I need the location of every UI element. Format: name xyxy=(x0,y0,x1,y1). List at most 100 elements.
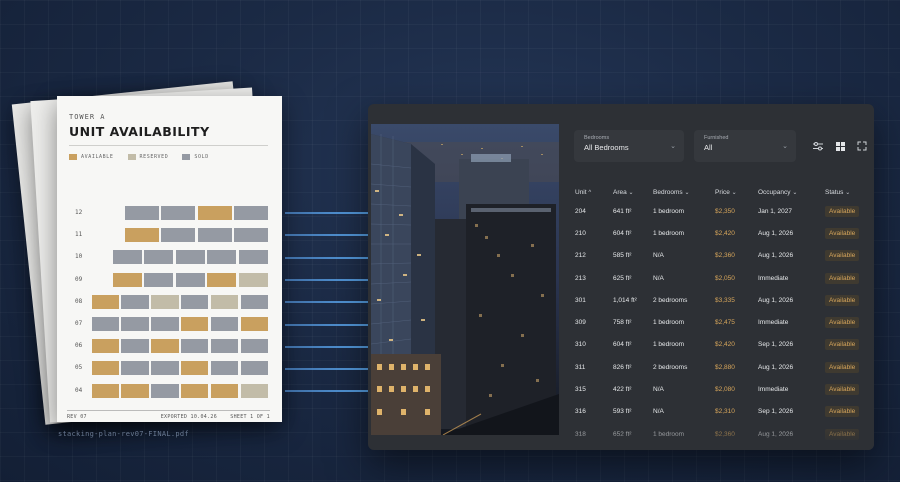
connector-line xyxy=(285,210,378,216)
cell-area: 641 ft² xyxy=(613,207,632,215)
cell-status: Available xyxy=(822,245,872,267)
unit-cell-available xyxy=(112,272,142,287)
grid-view-icon[interactable] xyxy=(834,140,846,152)
floor-row: 06 xyxy=(57,339,282,354)
legend-swatch xyxy=(182,154,191,160)
column-header-area[interactable]: Area ⌄ xyxy=(610,184,650,200)
column-header-status[interactable]: Status ⌄ xyxy=(822,184,872,200)
legend-label: AVAILABLE xyxy=(81,154,114,160)
footer-sheet: SHEET 1 OF 1 xyxy=(230,413,270,420)
unit-cell-available xyxy=(197,206,232,220)
column-header-occupancy[interactable]: Occupancy ⌄ xyxy=(755,184,822,200)
cell-bedrooms: N/A xyxy=(653,386,664,394)
table-row[interactable]: 301 1,014 ft² 2 bedrooms $3,335 Aug 1, 2026 A… xyxy=(572,289,872,311)
tower-illustration xyxy=(371,124,559,435)
cell-occupancy: Jan 1, 2027 xyxy=(758,207,792,215)
floor-row: 10 xyxy=(57,250,282,265)
floor-label: 08 xyxy=(75,297,83,305)
column-header-unit[interactable]: Unit ^ xyxy=(572,184,610,200)
floor-row: 08 xyxy=(57,294,282,309)
legend-swatch xyxy=(127,154,136,160)
unit-cell-sold xyxy=(175,250,205,265)
cell-area: 826 ft² xyxy=(613,363,632,371)
sliders-icon[interactable] xyxy=(812,140,824,152)
cell-occupancy: Aug 1, 2026 xyxy=(758,252,794,260)
unit-cell-sold xyxy=(180,339,209,354)
unit-cell-sold xyxy=(151,317,179,331)
cell-bedrooms: 1 bedroom xyxy=(653,207,685,215)
cell-status: Available xyxy=(822,334,872,356)
unit-cell-available xyxy=(91,339,119,354)
cell-price: $2,310 xyxy=(715,408,735,416)
legend-label: RESERVED xyxy=(139,154,169,160)
status-badge: Available xyxy=(825,227,860,239)
cell-status: Available xyxy=(822,378,872,400)
furnished-filter-label: Furnished xyxy=(704,135,729,141)
cell-occupancy: Aug 1, 2026 xyxy=(758,229,794,237)
cell-occupancy: Immediate xyxy=(758,386,789,394)
unit-cell-sold xyxy=(210,339,239,354)
footer-export-date: EXPORTED 10.04.26 xyxy=(160,413,218,420)
sort-icon: ⌄ xyxy=(628,189,634,196)
table-row[interactable]: 213 625 ft² N/A $2,050 Immediate Available xyxy=(572,267,872,289)
cell-occupancy: Sep 1, 2026 xyxy=(758,408,794,416)
cell-price: $2,350 xyxy=(715,207,735,215)
cell-price: $2,420 xyxy=(715,341,735,349)
bedrooms-filter-label: Bedrooms xyxy=(584,135,610,141)
cell-occupancy: Immediate xyxy=(758,319,789,327)
floor-row: 04 xyxy=(57,383,282,398)
footer-revision: REV 07 xyxy=(67,413,87,420)
cell-price: $2,475 xyxy=(715,319,735,327)
file-name: stacking-plan-rev07-FINAL.pdf xyxy=(58,430,189,438)
table-row[interactable]: 311 826 ft² 2 bedrooms $2,880 Aug 1, 2026 Ava… xyxy=(572,356,872,378)
column-header-price[interactable]: Price ⌄ xyxy=(712,184,755,200)
unit-cell-sold xyxy=(144,250,174,265)
furnished-filter[interactable]: Furnished All ⌄ xyxy=(694,130,796,162)
unit-cell-available xyxy=(121,383,149,398)
cell-status: Available xyxy=(822,401,872,423)
legend-sold: SOLD xyxy=(182,154,208,160)
cell-bedrooms: 2 bedrooms xyxy=(653,363,688,371)
unit-cell-sold xyxy=(112,250,142,265)
table-row[interactable]: 210 604 ft² 1 bedroom $2,420 Aug 1, 2026 Avai… xyxy=(572,222,872,244)
connector-line xyxy=(285,299,378,306)
cell-unit: 311 xyxy=(575,363,586,371)
unit-cell-available xyxy=(180,383,209,398)
connector-line xyxy=(285,366,378,373)
status-badge: Available xyxy=(825,384,860,396)
title-divider xyxy=(69,145,268,146)
unit-cell-sold xyxy=(210,317,239,331)
unit-cell-sold xyxy=(197,228,232,243)
unit-cell-reserved xyxy=(210,294,239,309)
status-badge: Available xyxy=(825,317,860,329)
unit-cell-sold xyxy=(161,228,196,243)
table-row[interactable]: 309 758 ft² 1 bedroom $2,475 Immediate Availa… xyxy=(572,311,872,333)
cell-area: 585 ft² xyxy=(613,252,632,260)
unit-cell-sold xyxy=(234,206,268,220)
bedrooms-filter[interactable]: Bedrooms All Bedrooms ⌄ xyxy=(574,130,684,162)
table-row[interactable]: 316 593 ft² N/A $2,310 Sep 1, 2026 Available xyxy=(572,401,872,423)
column-label: Unit xyxy=(575,188,587,196)
table-row[interactable]: 204 641 ft² 1 bedroom $2,350 Jan 1, 2027 Avai… xyxy=(572,200,872,222)
fullscreen-icon[interactable] xyxy=(856,140,868,152)
column-header-bedrooms[interactable]: Bedrooms ⌄ xyxy=(650,184,712,200)
chevron-down-icon: ⌄ xyxy=(782,143,788,150)
table-row[interactable]: 315 422 ft² N/A $2,080 Immediate Available xyxy=(572,378,872,400)
cell-area: 593 ft² xyxy=(613,408,632,416)
cell-area: 604 ft² xyxy=(613,229,632,237)
unit-cell-available xyxy=(91,361,119,376)
cell-bedrooms: N/A xyxy=(653,252,664,260)
units-table: Unit ^ Area ⌄ Bedrooms ⌄ Price ⌄ Occupan… xyxy=(572,184,872,445)
table-row[interactable]: 310 604 ft² 1 bedroom $2,420 Sep 1, 2026 Avai… xyxy=(572,334,872,356)
unit-cell-sold xyxy=(180,294,209,309)
table-row[interactable]: 212 585 ft² N/A $2,360 Aug 1, 2026 Available xyxy=(572,245,872,267)
document-title: UNIT AVAILABILITY xyxy=(69,124,210,139)
furnished-filter-value: All xyxy=(704,143,713,152)
cell-unit: 213 xyxy=(575,274,586,282)
connector-line xyxy=(285,254,378,261)
cell-area: 604 ft² xyxy=(613,341,632,349)
unit-cell-available xyxy=(151,339,179,354)
footer-export: EXPORTED 10.04.26 SHEET 1 OF 1 xyxy=(161,414,270,420)
cell-bedrooms: 1 bedroom xyxy=(653,341,685,349)
floor-label: 10 xyxy=(75,253,83,261)
